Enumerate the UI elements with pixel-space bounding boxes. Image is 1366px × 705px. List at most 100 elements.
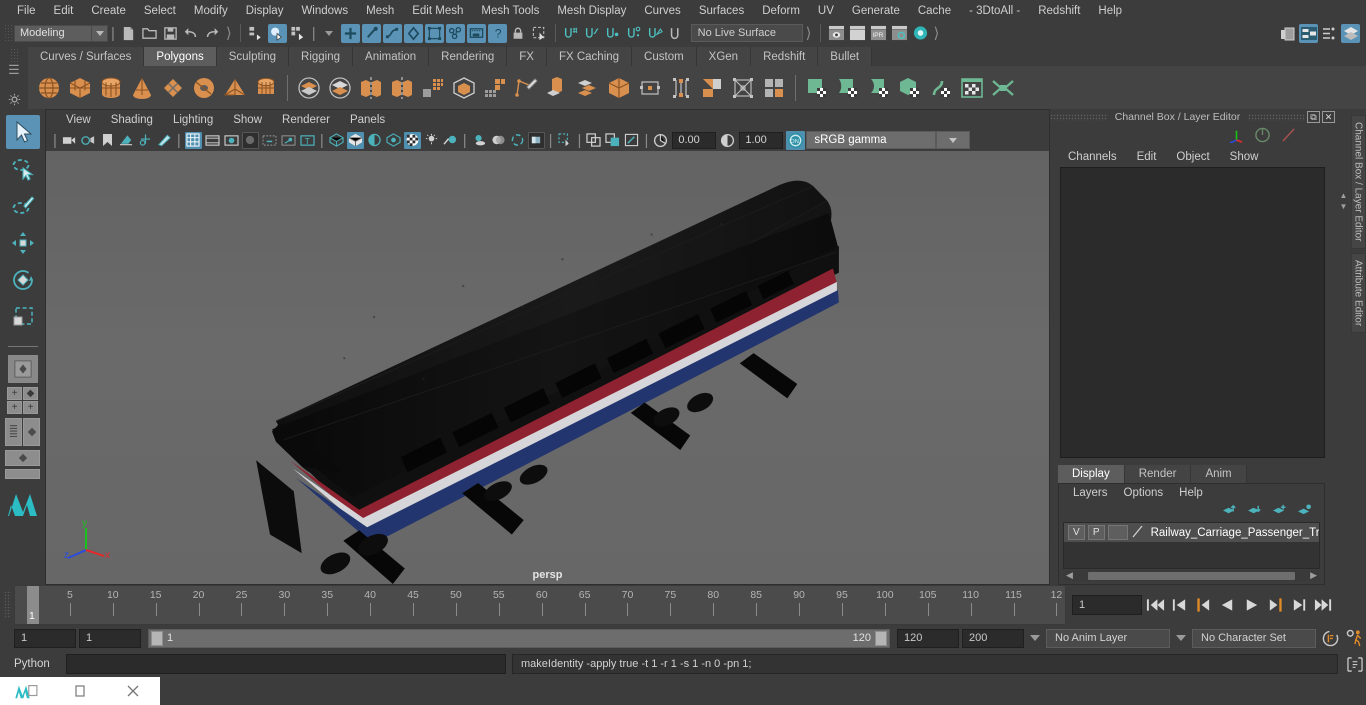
mask-joints-icon[interactable] [361, 23, 381, 43]
layer-color-swatch[interactable] [1131, 523, 1145, 542]
uv-unfold-icon[interactable] [926, 72, 956, 104]
range-end-field[interactable]: 200 [962, 628, 1024, 648]
character-set-field[interactable]: No Character Set [1192, 628, 1316, 648]
poly-cone-icon[interactable] [127, 72, 157, 104]
new-scene-icon[interactable] [119, 24, 138, 43]
shelf-tab-animation[interactable]: Animation [353, 47, 430, 66]
scroll-up-arrow[interactable]: ▲ [1340, 191, 1348, 200]
select-camera-icon[interactable] [61, 132, 78, 149]
sidebar-toggle-layers-icon[interactable] [1341, 23, 1360, 43]
textured-icon[interactable] [385, 132, 402, 149]
layer-list-horizontal-scrollbar[interactable]: ◀ ▶ [1063, 570, 1320, 581]
viewport-menu-panels[interactable]: Panels [340, 113, 395, 127]
menu-curves[interactable]: Curves [635, 3, 689, 19]
poly-cube-icon[interactable] [65, 72, 95, 104]
menu-modify[interactable]: Modify [185, 3, 237, 19]
layer-tab-render[interactable]: Render [1124, 465, 1192, 483]
poke-icon[interactable] [728, 72, 758, 104]
use-all-lights-icon[interactable] [442, 132, 459, 149]
previous-key-button[interactable] [1192, 594, 1214, 616]
component-chevron-icon[interactable] [320, 24, 339, 43]
gate-mask-icon[interactable] [241, 131, 259, 149]
sidebar-toggle-outliner-icon[interactable] [1320, 24, 1339, 43]
manipulator-line-icon[interactable] [1280, 127, 1297, 146]
render-settings-icon[interactable] [890, 24, 909, 43]
gamma-icon[interactable] [719, 132, 736, 149]
boolean-union-icon[interactable] [294, 72, 324, 104]
quad-cell[interactable]: + [23, 401, 38, 414]
channel-show-menu[interactable]: Show [1220, 151, 1269, 163]
uv-editor-icon[interactable] [957, 72, 987, 104]
open-scene-icon[interactable] [140, 24, 159, 43]
menu-edit-mesh[interactable]: Edit Mesh [403, 3, 472, 19]
right-panel-vertical-scroll[interactable]: ▲ ▼ [1337, 109, 1350, 585]
shelf-tab-sculpting[interactable]: Sculpting [216, 47, 290, 66]
lock-icon[interactable] [509, 24, 528, 43]
scroll-down-arrow[interactable]: ▼ [1340, 202, 1348, 211]
rotate-tool-icon[interactable] [6, 263, 40, 297]
snap-to-projected-center-icon[interactable] [625, 24, 644, 43]
new-layer-from-selection-icon[interactable] [1297, 503, 1312, 519]
color-management-toggle-icon[interactable]: ON [786, 130, 806, 150]
step-forward-button[interactable] [1288, 594, 1310, 616]
create-polygon-tool-icon[interactable] [511, 72, 541, 104]
animation-preferences-button[interactable] [1344, 627, 1366, 649]
train-carriage-model[interactable] [46, 151, 1049, 584]
uv-planar-icon[interactable] [802, 72, 832, 104]
bookmark-icon[interactable] [99, 132, 116, 149]
xray-icon[interactable] [261, 132, 278, 149]
shadows-icon[interactable] [471, 132, 488, 149]
redo-render-icon[interactable] [848, 24, 867, 43]
range-start-field[interactable]: 1 [14, 628, 76, 648]
character-set-dropdown-arrow[interactable] [1173, 635, 1189, 641]
live-surface-field[interactable]: No Live Surface [690, 24, 803, 42]
persp-graph-layout-icon[interactable] [5, 469, 40, 479]
ambient-occlusion-icon[interactable] [490, 132, 507, 149]
layer-display-type-toggle[interactable] [1107, 525, 1128, 540]
anti-alias-icon[interactable] [509, 132, 526, 149]
snap-to-curve-icon[interactable] [583, 24, 602, 43]
grease-pencil-icon[interactable] [156, 132, 173, 149]
scroll-right-arrow[interactable]: ▶ [1307, 570, 1320, 581]
layer-row[interactable]: V P Railway_Carriage_Passenger_Train_Ca [1064, 523, 1319, 542]
outliner-persp-layout-icon[interactable] [5, 418, 40, 446]
poly-cylinder-icon[interactable] [96, 72, 126, 104]
render-current-frame-icon[interactable] [827, 24, 846, 43]
smooth-icon[interactable] [418, 72, 448, 104]
film-gate-icon[interactable] [204, 132, 221, 149]
mirror-icon[interactable] [449, 72, 479, 104]
rotation-gizmo-icon[interactable] [1254, 127, 1271, 146]
bevel-icon[interactable] [573, 72, 603, 104]
select-tool-icon[interactable] [5, 115, 40, 149]
anim-layer-dropdown-arrow[interactable] [1027, 635, 1043, 641]
layers-menu[interactable]: Layers [1065, 487, 1116, 499]
select-by-component-icon[interactable] [289, 24, 308, 43]
layer-tab-anim[interactable]: Anim [1191, 465, 1247, 483]
multi-cut-icon[interactable] [604, 72, 634, 104]
single-view-layout-icon[interactable] [7, 355, 38, 383]
maya-app-icon[interactable] [0, 682, 53, 700]
xray-active-components-icon[interactable]: T [299, 132, 316, 149]
move-layer-down-icon[interactable] [1247, 504, 1262, 519]
mask-curves-icon[interactable] [382, 23, 402, 43]
image-plane-icon[interactable] [118, 132, 135, 149]
select-highlight-icon[interactable] [530, 24, 549, 43]
undo-icon[interactable] [182, 24, 201, 43]
auto-key-button[interactable] [1319, 627, 1341, 649]
layout-persp-cell[interactable] [23, 418, 40, 446]
mask-deformers-icon[interactable] [424, 23, 444, 43]
xray-joints-icon[interactable] [280, 132, 297, 149]
viewport-menu-view[interactable]: View [56, 113, 101, 127]
play-backwards-button[interactable] [1216, 594, 1238, 616]
mask-handle-icon[interactable] [340, 23, 360, 43]
go-to-end-button[interactable] [1312, 594, 1334, 616]
side-tab-channel-box[interactable]: Channel Box / Layer Editor [1350, 115, 1366, 249]
boolean-difference-icon[interactable] [325, 72, 355, 104]
menu-3dtoall[interactable]: - 3DtoAll - [960, 3, 1029, 19]
time-slider-playhead[interactable]: 1 [27, 586, 39, 624]
current-frame-field[interactable]: 1 [1072, 595, 1142, 615]
shelf-tab-rigging[interactable]: Rigging [289, 47, 354, 66]
make-live-icon[interactable] [667, 24, 686, 43]
quad-cell[interactable]: ◆ [23, 387, 38, 400]
panel-grip-right[interactable] [1248, 113, 1305, 121]
